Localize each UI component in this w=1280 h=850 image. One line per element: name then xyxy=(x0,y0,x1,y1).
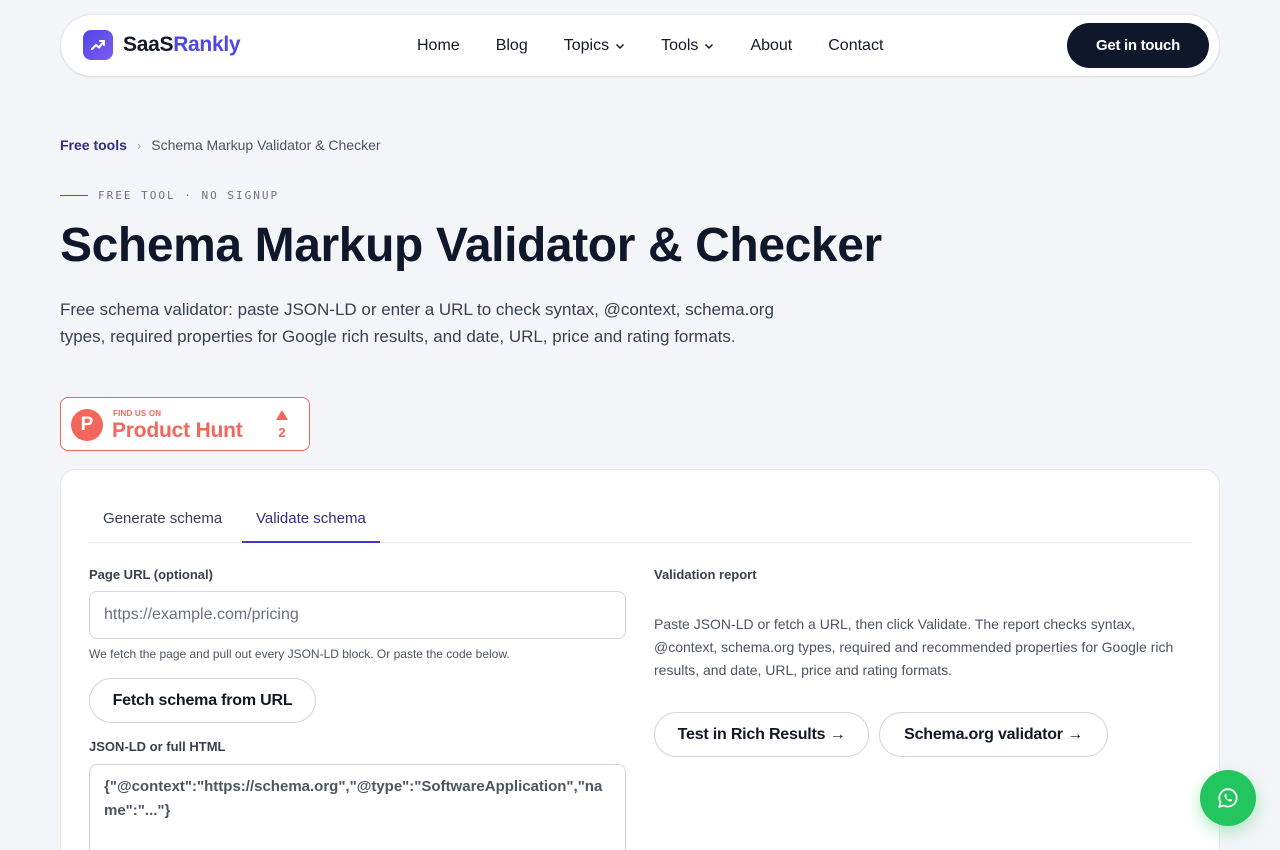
nav-home[interactable]: Home xyxy=(417,37,460,55)
product-hunt-name: Product Hunt xyxy=(112,419,243,442)
trending-up-icon xyxy=(83,30,113,60)
eyebrow: FREE TOOL · NO SIGNUP xyxy=(60,189,279,202)
page-url-input[interactable] xyxy=(89,591,626,639)
eyebrow-text: FREE TOOL · NO SIGNUP xyxy=(98,189,280,202)
site-header: SaaSRankly Home Blog Topics Tools About … xyxy=(61,15,1219,76)
page-description: Free schema validator: paste JSON-LD or … xyxy=(60,300,774,346)
breadcrumb: Free tools › Schema Markup Validator & C… xyxy=(60,137,381,153)
whatsapp-chat-button[interactable] xyxy=(1200,770,1256,826)
whatsapp-icon xyxy=(1218,788,1238,808)
product-hunt-badge[interactable]: P FIND US ON Product Hunt 2 xyxy=(60,397,310,451)
brand-name: SaaSRankly xyxy=(123,33,241,56)
upvote-count: 2 xyxy=(278,425,286,440)
product-hunt-eyebrow: FIND US ON xyxy=(113,409,162,418)
chevron-down-icon xyxy=(705,43,714,49)
nav-contact[interactable]: Contact xyxy=(828,37,883,55)
code-label: JSON-LD or full HTML xyxy=(89,739,226,754)
nav-blog[interactable]: Blog xyxy=(496,37,528,55)
report-label: Validation report xyxy=(654,567,757,582)
rich-results-button[interactable]: Test in Rich Results → xyxy=(654,712,869,757)
main-nav: Home Blog Topics Tools About Contact xyxy=(417,15,919,76)
chevron-down-icon xyxy=(616,43,625,49)
report-placeholder: Paste JSON-LD or fetch a URL, then click… xyxy=(654,616,1174,678)
tool-tabs: Generate schema Validate schema xyxy=(89,470,1192,543)
eyebrow-line xyxy=(60,195,88,196)
breadcrumb-separator: › xyxy=(136,137,142,153)
nav-about[interactable]: About xyxy=(750,37,792,55)
tab-validate-schema[interactable]: Validate schema xyxy=(242,510,380,543)
brand-logo[interactable]: SaaSRankly xyxy=(83,30,241,60)
url-hint: We fetch the page and pull out every JSO… xyxy=(89,647,510,661)
fetch-schema-button[interactable]: Fetch schema from URL xyxy=(89,678,316,723)
page-title: Schema Markup Validator & Checker xyxy=(60,219,882,272)
upvote-icon xyxy=(276,410,288,420)
product-hunt-icon: P xyxy=(71,409,103,441)
json-ld-textarea[interactable]: {"@context":"https://schema.org","@type"… xyxy=(89,764,626,850)
tab-generate-schema[interactable]: Generate schema xyxy=(89,510,236,542)
nav-tools[interactable]: Tools xyxy=(661,37,714,55)
nav-topics[interactable]: Topics xyxy=(564,37,625,55)
url-label: Page URL (optional) xyxy=(89,567,213,582)
schema-tool-card: Generate schema Validate schema Page URL… xyxy=(60,469,1220,850)
schema-org-validator-button[interactable]: Schema.org validator → xyxy=(879,712,1108,757)
breadcrumb-free-tools-link[interactable]: Free tools xyxy=(60,137,127,153)
get-in-touch-button[interactable]: Get in touch xyxy=(1067,23,1209,68)
breadcrumb-current: Schema Markup Validator & Checker xyxy=(151,137,381,153)
